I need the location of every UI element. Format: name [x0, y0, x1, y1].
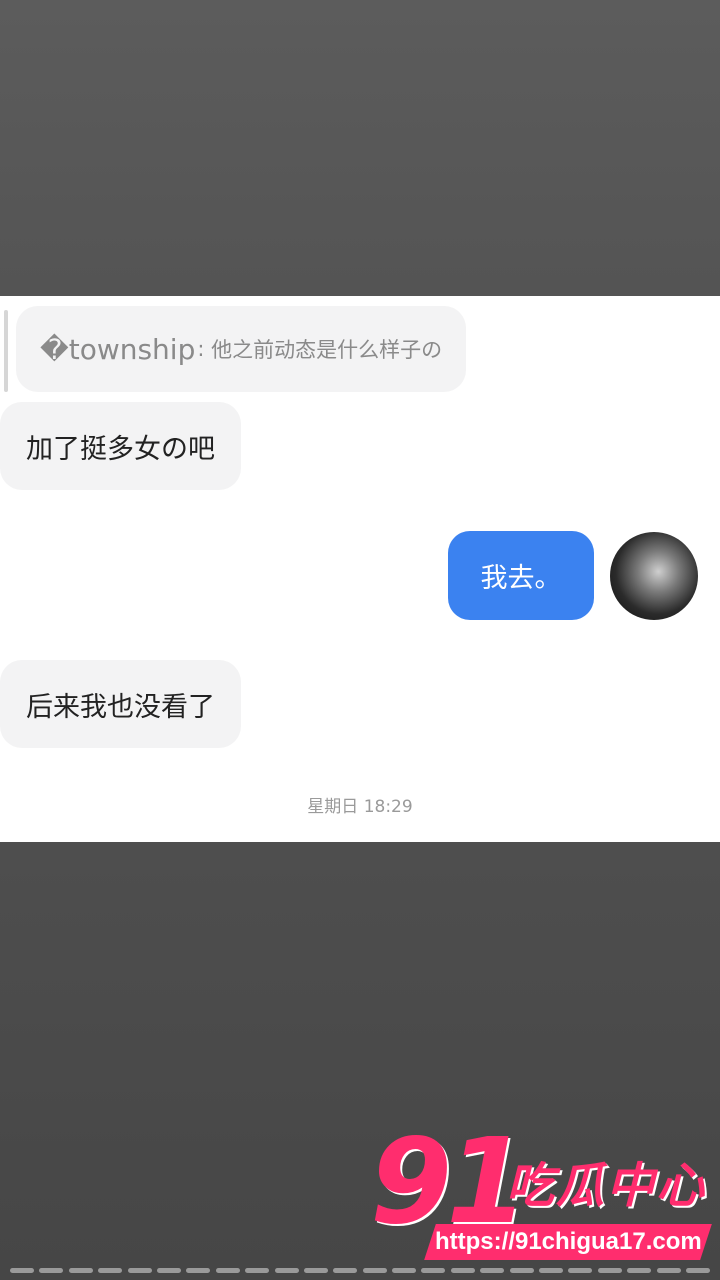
message-timestamp: 星期日 18:29: [307, 797, 413, 817]
message-text: 我去。: [480, 563, 562, 594]
watermark-name: 吃瓜中心: [506, 1158, 707, 1214]
incoming-message-bubble[interactable]: 加了挺多女の吧: [0, 402, 241, 490]
quoted-message-text: 他之前动态是什么样子の: [211, 338, 443, 362]
chat-panel: �township : 他之前动态是什么样子の 加了挺多女の吧 我去。 后来我也…: [0, 296, 720, 842]
page-indicator: [10, 1268, 710, 1274]
user-avatar[interactable]: [610, 532, 698, 620]
message-text: 加了挺多女の吧: [26, 433, 215, 465]
outgoing-message-bubble[interactable]: 我去。: [448, 531, 594, 620]
quoted-separator: :: [197, 337, 212, 361]
watermark-logo: 91 吃瓜中心 https://91chigua17.com: [370, 1112, 715, 1266]
quoted-sender-name: �township: [40, 332, 196, 366]
watermark-url: https://91chigua17.com: [434, 1228, 702, 1255]
quoted-message-bubble[interactable]: �township : 他之前动态是什么样子の: [16, 306, 467, 392]
message-text: 后来我也没看了: [26, 691, 215, 723]
quote-indicator: [4, 310, 8, 392]
incoming-message-bubble[interactable]: 后来我也没看了: [0, 660, 241, 748]
watermark-url-banner: https://91chigua17.com: [424, 1224, 712, 1260]
